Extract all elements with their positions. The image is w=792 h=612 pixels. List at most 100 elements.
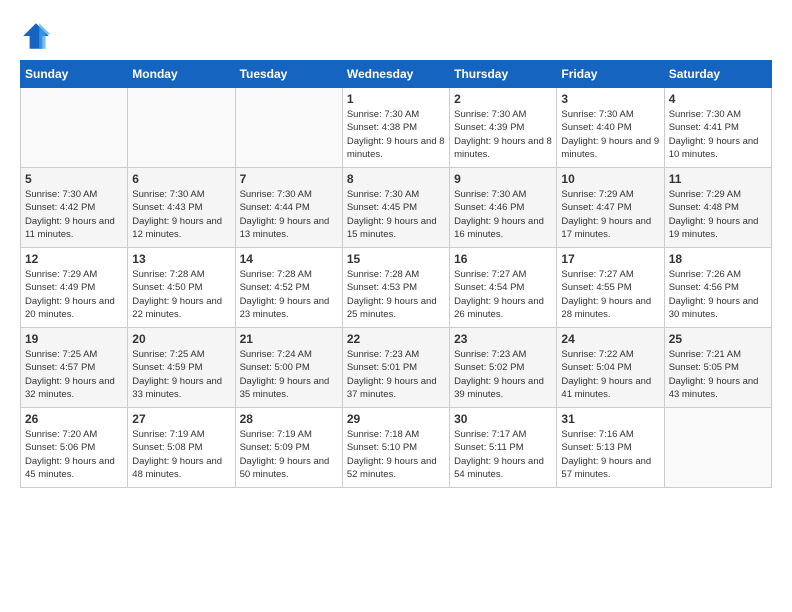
calendar-cell: 29 Sunrise: 7:18 AM Sunset: 5:10 PM Dayli…: [342, 408, 449, 488]
calendar-week-row: 5 Sunrise: 7:30 AM Sunset: 4:42 PM Daylig…: [21, 168, 772, 248]
day-info: Sunrise: 7:30 AM Sunset: 4:39 PM Dayligh…: [454, 108, 552, 161]
day-info: Sunrise: 7:29 AM Sunset: 4:48 PM Dayligh…: [669, 188, 767, 241]
day-number: 4: [669, 92, 767, 106]
calendar-cell: 23Sunrise: 7:23 AM Sunset: 5:02 PM Dayli…: [450, 328, 557, 408]
day-number: 16: [454, 252, 552, 266]
calendar-cell: 31Sunrise: 7:16 AM Sunset: 5:13 PM Dayli…: [557, 408, 664, 488]
calendar-cell: 20 Sunrise: 7:25 AM Sunset: 4:59 PM Dayli…: [128, 328, 235, 408]
day-info: Sunrise: 7:23 AM Sunset: 5:01 PM Dayligh…: [347, 348, 445, 401]
calendar-cell: 22 Sunrise: 7:23 AM Sunset: 5:01 PM Dayli…: [342, 328, 449, 408]
day-number: 11: [669, 172, 767, 186]
calendar-cell: [235, 88, 342, 168]
day-number: 20: [132, 332, 230, 346]
day-info: Sunrise: 7:20 AM Sunset: 5:06 PM Dayligh…: [25, 428, 123, 481]
day-number: 27: [132, 412, 230, 426]
calendar-cell: 1Sunrise: 7:30 AM Sunset: 4:38 PM Daylig…: [342, 88, 449, 168]
day-info: Sunrise: 7:28 AM Sunset: 4:53 PM Dayligh…: [347, 268, 445, 321]
day-number: 9: [454, 172, 552, 186]
day-number: 15: [347, 252, 445, 266]
day-info: Sunrise: 7:25 AM Sunset: 4:57 PM Dayligh…: [25, 348, 123, 401]
calendar-cell: 4Sunrise: 7:30 AM Sunset: 4:41 PM Daylig…: [664, 88, 771, 168]
day-number: 13: [132, 252, 230, 266]
calendar-body: 1Sunrise: 7:30 AM Sunset: 4:38 PM Daylig…: [21, 88, 772, 488]
calendar-week-row: 26 Sunrise: 7:20 AM Sunset: 5:06 PM Dayli…: [21, 408, 772, 488]
day-number: 23: [454, 332, 552, 346]
day-info: Sunrise: 7:27 AM Sunset: 4:55 PM Dayligh…: [561, 268, 659, 321]
page-header: [20, 20, 772, 52]
calendar-cell: 21 Sunrise: 7:24 AM Sunset: 5:00 PM Dayli…: [235, 328, 342, 408]
day-number: 5: [25, 172, 123, 186]
day-info: Sunrise: 7:19 AM Sunset: 5:09 PM Dayligh…: [240, 428, 338, 481]
day-info: Sunrise: 7:29 AM Sunset: 4:47 PM Dayligh…: [561, 188, 659, 241]
day-number: 26: [25, 412, 123, 426]
calendar-cell: 18 Sunrise: 7:26 AM Sunset: 4:56 PM Dayli…: [664, 248, 771, 328]
day-number: 22: [347, 332, 445, 346]
day-info: Sunrise: 7:30 AM Sunset: 4:46 PM Dayligh…: [454, 188, 552, 241]
day-info: Sunrise: 7:18 AM Sunset: 5:10 PM Dayligh…: [347, 428, 445, 481]
calendar-cell: 7 Sunrise: 7:30 AM Sunset: 4:44 PM Daylig…: [235, 168, 342, 248]
calendar-cell: [21, 88, 128, 168]
calendar-week-row: 12 Sunrise: 7:29 AM Sunset: 4:49 PM Dayli…: [21, 248, 772, 328]
day-info: Sunrise: 7:28 AM Sunset: 4:52 PM Dayligh…: [240, 268, 338, 321]
calendar-cell: 12 Sunrise: 7:29 AM Sunset: 4:49 PM Dayli…: [21, 248, 128, 328]
calendar-cell: 30 Sunrise: 7:17 AM Sunset: 5:11 PM Dayli…: [450, 408, 557, 488]
weekday-header-row: SundayMondayTuesdayWednesdayThursdayFrid…: [21, 61, 772, 88]
calendar-cell: 17 Sunrise: 7:27 AM Sunset: 4:55 PM Dayli…: [557, 248, 664, 328]
calendar-cell: 5 Sunrise: 7:30 AM Sunset: 4:42 PM Daylig…: [21, 168, 128, 248]
day-number: 12: [25, 252, 123, 266]
day-info: Sunrise: 7:27 AM Sunset: 4:54 PM Dayligh…: [454, 268, 552, 321]
day-info: Sunrise: 7:24 AM Sunset: 5:00 PM Dayligh…: [240, 348, 338, 401]
logo: [20, 20, 56, 52]
day-number: 28: [240, 412, 338, 426]
day-number: 2: [454, 92, 552, 106]
calendar-header: SundayMondayTuesdayWednesdayThursdayFrid…: [21, 61, 772, 88]
day-info: Sunrise: 7:25 AM Sunset: 4:59 PM Dayligh…: [132, 348, 230, 401]
day-info: Sunrise: 7:28 AM Sunset: 4:50 PM Dayligh…: [132, 268, 230, 321]
calendar-cell: 3 Sunrise: 7:30 AM Sunset: 4:40 PM Daylig…: [557, 88, 664, 168]
day-number: 31: [561, 412, 659, 426]
logo-icon: [20, 20, 52, 52]
calendar-cell: 19 Sunrise: 7:25 AM Sunset: 4:57 PM Dayli…: [21, 328, 128, 408]
calendar-cell: 25 Sunrise: 7:21 AM Sunset: 5:05 PM Dayli…: [664, 328, 771, 408]
day-number: 25: [669, 332, 767, 346]
weekday-header-monday: Monday: [128, 61, 235, 88]
day-info: Sunrise: 7:30 AM Sunset: 4:38 PM Dayligh…: [347, 108, 445, 161]
calendar-cell: 14Sunrise: 7:28 AM Sunset: 4:52 PM Dayli…: [235, 248, 342, 328]
calendar-cell: 6Sunrise: 7:30 AM Sunset: 4:43 PM Daylig…: [128, 168, 235, 248]
day-number: 30: [454, 412, 552, 426]
calendar-cell: 28 Sunrise: 7:19 AM Sunset: 5:09 PM Dayli…: [235, 408, 342, 488]
weekday-header-thursday: Thursday: [450, 61, 557, 88]
calendar-cell: 26 Sunrise: 7:20 AM Sunset: 5:06 PM Dayli…: [21, 408, 128, 488]
calendar-cell: 11 Sunrise: 7:29 AM Sunset: 4:48 PM Dayli…: [664, 168, 771, 248]
day-number: 29: [347, 412, 445, 426]
day-number: 18: [669, 252, 767, 266]
weekday-header-tuesday: Tuesday: [235, 61, 342, 88]
day-info: Sunrise: 7:30 AM Sunset: 4:42 PM Dayligh…: [25, 188, 123, 241]
day-number: 8: [347, 172, 445, 186]
day-info: Sunrise: 7:26 AM Sunset: 4:56 PM Dayligh…: [669, 268, 767, 321]
day-info: Sunrise: 7:30 AM Sunset: 4:40 PM Dayligh…: [561, 108, 659, 161]
calendar-week-row: 19 Sunrise: 7:25 AM Sunset: 4:57 PM Dayli…: [21, 328, 772, 408]
weekday-header-saturday: Saturday: [664, 61, 771, 88]
day-info: Sunrise: 7:21 AM Sunset: 5:05 PM Dayligh…: [669, 348, 767, 401]
calendar-cell: 2 Sunrise: 7:30 AM Sunset: 4:39 PM Daylig…: [450, 88, 557, 168]
calendar-cell: 8Sunrise: 7:30 AM Sunset: 4:45 PM Daylig…: [342, 168, 449, 248]
day-info: Sunrise: 7:17 AM Sunset: 5:11 PM Dayligh…: [454, 428, 552, 481]
day-number: 17: [561, 252, 659, 266]
day-info: Sunrise: 7:22 AM Sunset: 5:04 PM Dayligh…: [561, 348, 659, 401]
day-info: Sunrise: 7:30 AM Sunset: 4:44 PM Dayligh…: [240, 188, 338, 241]
day-number: 19: [25, 332, 123, 346]
day-number: 7: [240, 172, 338, 186]
weekday-header-friday: Friday: [557, 61, 664, 88]
calendar-cell: 16 Sunrise: 7:27 AM Sunset: 4:54 PM Dayli…: [450, 248, 557, 328]
day-info: Sunrise: 7:29 AM Sunset: 4:49 PM Dayligh…: [25, 268, 123, 321]
calendar-cell: 9 Sunrise: 7:30 AM Sunset: 4:46 PM Daylig…: [450, 168, 557, 248]
calendar-week-row: 1Sunrise: 7:30 AM Sunset: 4:38 PM Daylig…: [21, 88, 772, 168]
day-number: 21: [240, 332, 338, 346]
calendar-table: SundayMondayTuesdayWednesdayThursdayFrid…: [20, 60, 772, 488]
weekday-header-wednesday: Wednesday: [342, 61, 449, 88]
day-info: Sunrise: 7:30 AM Sunset: 4:43 PM Dayligh…: [132, 188, 230, 241]
day-number: 3: [561, 92, 659, 106]
calendar-cell: 10Sunrise: 7:29 AM Sunset: 4:47 PM Dayli…: [557, 168, 664, 248]
day-number: 24: [561, 332, 659, 346]
